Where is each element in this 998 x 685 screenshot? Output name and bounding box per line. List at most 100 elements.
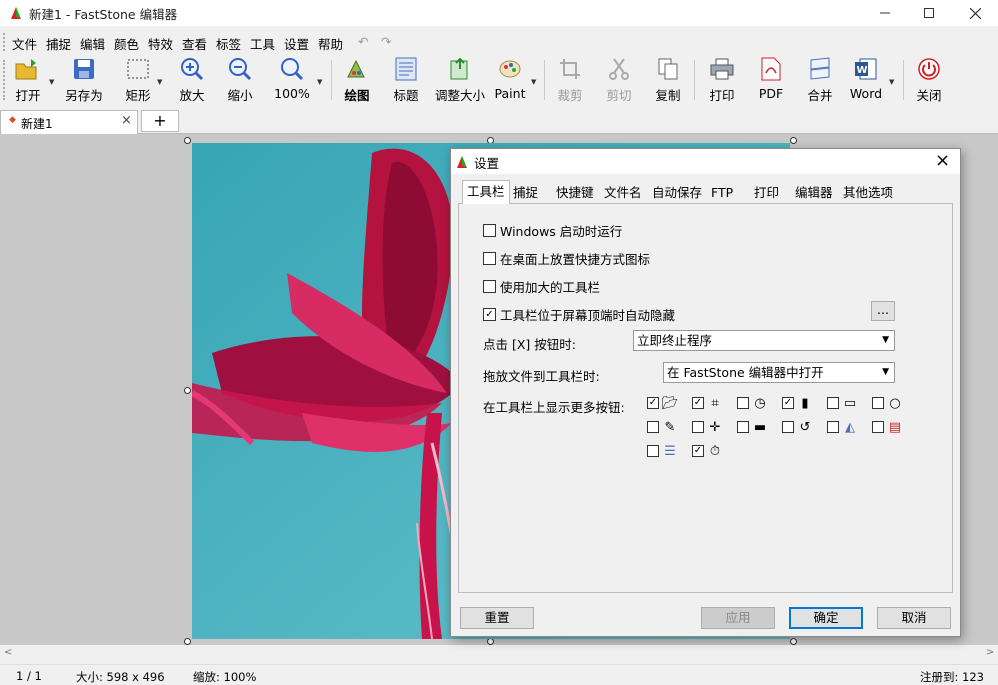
tab-toolbar[interactable]: 工具栏 [462,180,510,204]
extra-button-ruler[interactable]: ▬ [737,419,769,435]
horizontal-scrollbar[interactable]: < > [0,646,998,662]
close-app-button[interactable]: 关闭 [911,56,947,104]
zoom-out-button[interactable]: 缩小 [222,56,258,104]
menu-tabs[interactable]: 标签 [216,34,241,53]
merge-button[interactable]: 合并 [802,56,838,104]
drag-action-select[interactable]: 在 FastStone 编辑器中打开 ▼ [663,362,895,383]
document-tab[interactable]: ◆ 新建1 × [0,110,138,134]
tab-print[interactable]: 打印 [750,183,783,203]
tab-filename[interactable]: 文件名 [600,183,646,203]
maximize-button[interactable] [906,0,952,26]
zoom-in-button[interactable]: 放大 [174,56,210,104]
extra-button-pdf[interactable]: ▤ [872,419,904,435]
extra-line-checkbox[interactable] [827,397,839,409]
extra-rotate-checkbox[interactable] [782,421,794,433]
word-button[interactable]: W Word [846,56,886,104]
tab-hotkeys[interactable]: 快捷键 [552,183,598,203]
extra-button-line[interactable]: ▭ [827,395,859,411]
new-tab-button[interactable]: + [141,110,179,132]
crop-button[interactable]: 裁剪 [552,56,588,104]
extra-picker-checkbox[interactable] [647,421,659,433]
option-desktop-shortcut[interactable]: 在桌面上放置快捷方式图标 [483,249,650,268]
tab-autosave[interactable]: 自动保存 [648,183,706,203]
autohide-more-button[interactable]: ... [871,301,895,321]
resize-handle[interactable] [790,137,797,144]
extra-pdf-checkbox[interactable] [872,421,884,433]
startup-checkbox[interactable] [483,224,496,237]
resize-handle[interactable] [790,638,797,645]
redo-icon[interactable]: ↷ [381,34,391,49]
extra-button-crosshair[interactable]: ✛ [692,419,724,435]
tab-ftp[interactable]: FTP [707,183,737,203]
extra-button-picker[interactable]: ✎ [647,419,679,435]
large-toolbar-checkbox[interactable] [483,280,496,293]
close-window-button[interactable] [952,0,998,26]
extra-timer-checkbox[interactable] [737,397,749,409]
resize-handle[interactable] [487,638,494,645]
reset-button[interactable]: 重置 [460,607,534,629]
print-button[interactable]: 打印 [704,56,740,104]
option-autohide[interactable]: ✓ 工具栏位于屏幕顶端时自动隐藏 [483,305,675,324]
word-dropdown-caret[interactable]: ▼ [889,78,894,86]
extra-button-open[interactable]: ✓ 📂︎ [647,395,679,411]
zoom-100-button[interactable]: 100% [272,56,312,104]
rect-dropdown-caret[interactable]: ▼ [157,78,162,86]
close-dialog-icon[interactable]: × [935,150,950,171]
option-startup[interactable]: Windows 启动时运行 [483,221,622,240]
close-tab-icon[interactable]: × [121,113,132,128]
save-as-button[interactable]: 另存为 [62,56,106,104]
extra-open-checkbox[interactable]: ✓ [647,397,659,409]
menu-file[interactable]: 文件 [12,34,37,53]
extra-button-stopwatch[interactable]: ✓ ⏱︎ [692,443,724,459]
zoom-dropdown-caret[interactable]: ▼ [317,78,322,86]
scroll-right-icon[interactable]: > [986,647,994,658]
menu-capture[interactable]: 捕捉 [46,34,71,53]
extra-film-checkbox[interactable]: ✓ [782,397,794,409]
tab-capture[interactable]: 捕捉 [509,183,542,203]
ok-button[interactable]: 确定 [789,607,863,629]
resize-button[interactable]: 调整大小 [434,56,486,104]
menu-settings[interactable]: 设置 [284,34,309,53]
open-dropdown-caret[interactable]: ▼ [49,78,54,86]
menu-edit[interactable]: 编辑 [80,34,105,53]
extra-button-search[interactable]: ○ [872,395,904,411]
extra-draw-checkbox[interactable] [827,421,839,433]
autohide-checkbox[interactable]: ✓ [483,308,496,321]
extra-button-rotate[interactable]: ↺ [782,419,814,435]
extra-ruler-checkbox[interactable] [737,421,749,433]
close-action-select[interactable]: 立即终止程序 ▼ [633,330,895,351]
pdf-button[interactable]: PDF [753,56,789,104]
desktop-shortcut-checkbox[interactable] [483,252,496,265]
extra-crosshair-checkbox[interactable] [692,421,704,433]
apply-button[interactable]: 应用 [701,607,775,629]
tab-other[interactable]: 其他选项 [839,183,897,203]
rectangle-select-button[interactable]: 矩形 [120,56,156,104]
caption-button[interactable]: 标题 [388,56,424,104]
resize-handle[interactable] [184,387,191,394]
cut-button[interactable]: 剪切 [601,56,637,104]
extra-button-merge[interactable]: ☰ [647,443,679,459]
menu-help[interactable]: 帮助 [318,34,343,53]
paint-button[interactable]: Paint [492,56,528,104]
extra-button-crop[interactable]: ✓ ⌗ [692,395,724,411]
extra-button-timer[interactable]: ◷ [737,395,769,411]
menu-effects[interactable]: 特效 [148,34,173,53]
scroll-left-icon[interactable]: < [4,647,12,658]
undo-icon[interactable]: ↶ [358,34,368,49]
option-large-toolbar[interactable]: 使用加大的工具栏 [483,277,600,296]
open-button[interactable]: 打开 [10,56,46,104]
cancel-button[interactable]: 取消 [877,607,951,629]
menu-tools[interactable]: 工具 [250,34,275,53]
draw-button[interactable]: 绘图 [339,56,375,104]
extra-crop-checkbox[interactable]: ✓ [692,397,704,409]
extra-search-checkbox[interactable] [872,397,884,409]
extra-button-film[interactable]: ✓ ▮ [782,395,814,411]
resize-handle[interactable] [184,137,191,144]
minimize-button[interactable] [862,0,908,26]
extra-stopwatch-checkbox[interactable]: ✓ [692,445,704,457]
tab-editor[interactable]: 编辑器 [791,183,837,203]
copy-button[interactable]: 复制 [650,56,686,104]
extra-button-draw[interactable]: ◭ [827,419,859,435]
menu-color[interactable]: 颜色 [114,34,139,53]
paint-dropdown-caret[interactable]: ▼ [531,78,536,86]
